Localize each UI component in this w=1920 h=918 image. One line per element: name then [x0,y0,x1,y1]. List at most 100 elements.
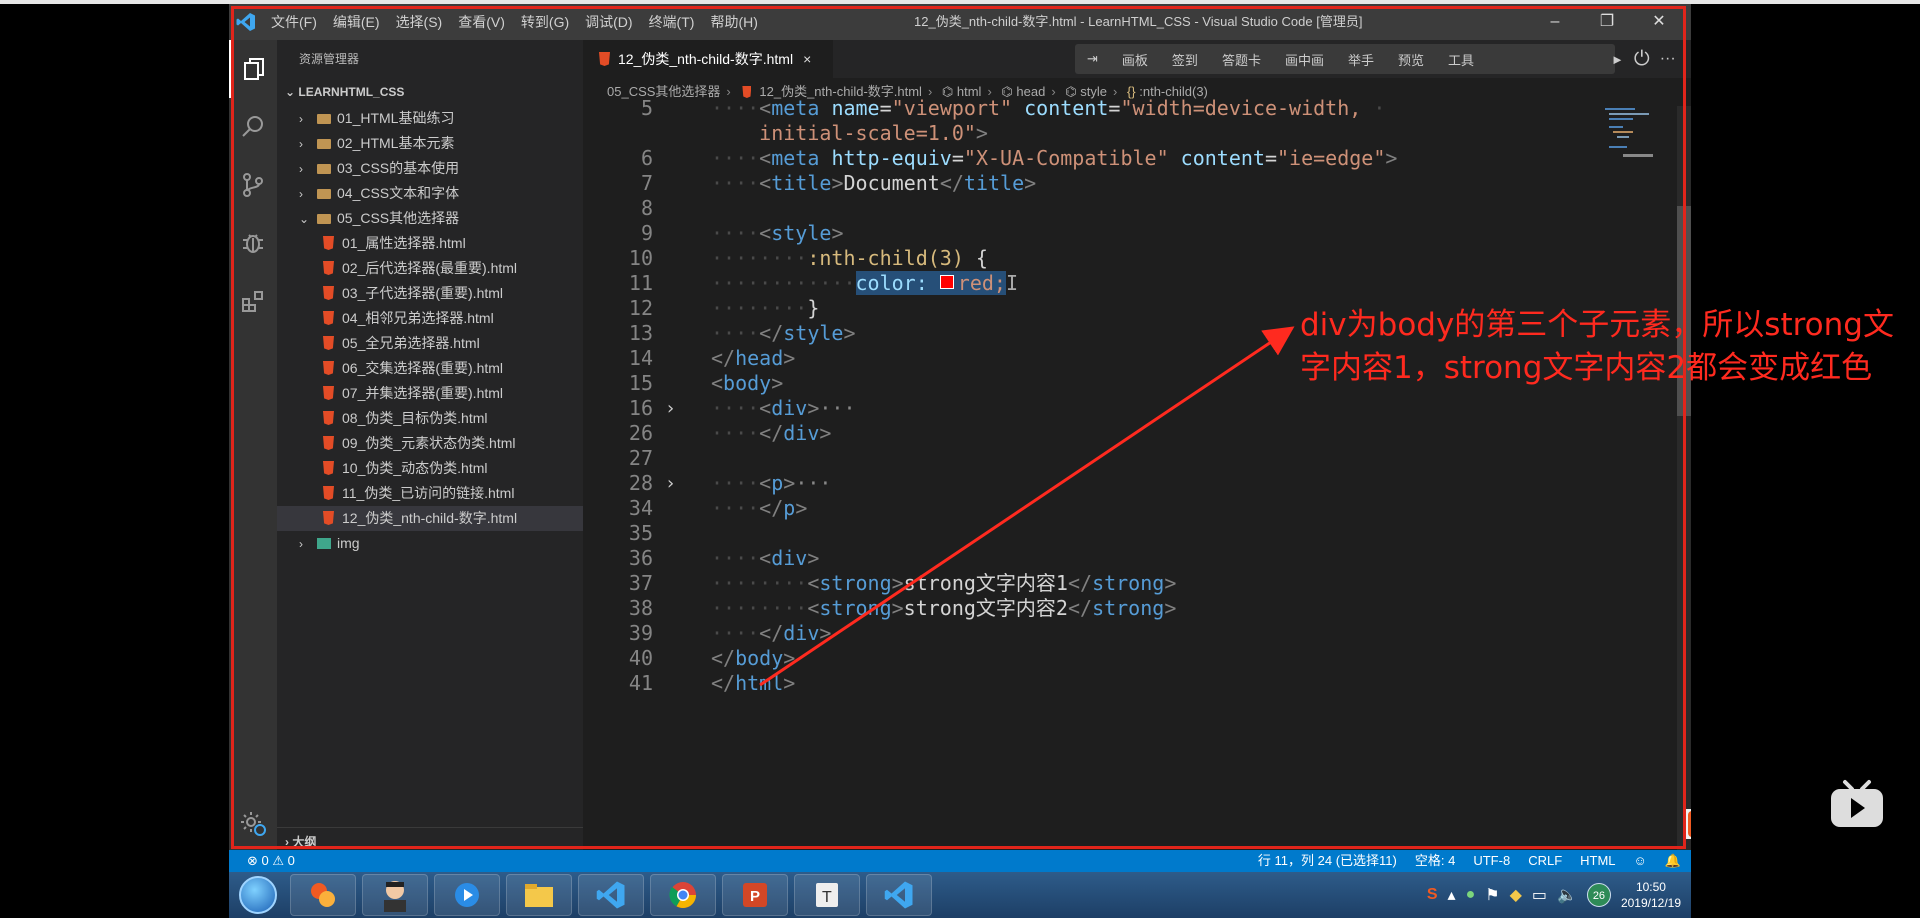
editor-scrollbar[interactable] [1677,106,1691,855]
file-item[interactable]: 05_全兄弟选择器.html [277,331,583,356]
file-item[interactable]: 06_交集选择器(重要).html [277,356,583,381]
notifications-bell-icon[interactable]: 🔔 [1665,850,1681,872]
classroom-toolbar: ⇥ 画板 签到 答题卡 画中画 举手 预览 工具 [1075,44,1615,74]
toolbar-preview[interactable]: 预览 [1386,50,1436,69]
chevron-down-icon: ⌄ [299,212,310,226]
tray-expand-icon[interactable]: ▴ [1448,885,1456,905]
monitor-tray-icon[interactable]: ▭ [1532,885,1547,905]
chevron-right-icon: › [299,162,303,176]
start-button[interactable] [229,872,287,918]
file-item[interactable]: 09_伪类_元素状态伪类.html [277,431,583,456]
fold-chevron-icon[interactable]: › [665,468,676,499]
menu-go[interactable]: 转到(G) [513,4,577,40]
html-file-icon [599,52,610,66]
folder-item[interactable]: › 01_HTML基础练习 [277,106,583,131]
avatar-taskbar-icon[interactable] [362,874,428,916]
toolbar-signin[interactable]: 签到 [1160,50,1210,69]
more-icon[interactable]: ··· [1660,50,1676,68]
folder-icon [317,189,331,199]
minimize-button[interactable]: – [1529,4,1581,40]
file-item[interactable]: 07_并集选择器(重要).html [277,381,583,406]
html-file-icon [323,436,334,450]
bilibili-play-icon[interactable] [1828,778,1886,830]
flag-tray-icon[interactable]: ⚑ [1485,885,1499,905]
toolbar-raise-hand[interactable]: 举手 [1336,50,1386,69]
language-mode[interactable]: HTML [1580,850,1615,872]
source-control-icon[interactable] [229,156,277,214]
menu-selection[interactable]: 选择(S) [388,4,451,40]
sogou-tray-icon[interactable]: S [1427,886,1438,904]
sogou-taskbar-icon[interactable] [290,874,356,916]
menu-debug[interactable]: 调试(D) [577,4,640,40]
folder-item[interactable]: › 04_CSS文本和字体 [277,181,583,206]
close-tab-icon[interactable]: × [803,51,811,67]
file-item[interactable]: 11_伪类_已访问的链接.html [277,481,583,506]
problems-indicator[interactable]: ⊗ 0 ⚠ 0 [247,850,295,872]
folder-item-img[interactable]: › img [277,531,583,556]
menu-view[interactable]: 查看(V) [450,4,513,40]
color-swatch-icon[interactable] [939,275,954,289]
toolbar-answer-card[interactable]: 答题卡 [1210,50,1273,69]
toolbar-whiteboard[interactable]: 画板 [1110,50,1160,69]
vscode-taskbar-icon[interactable] [578,874,644,916]
end-of-line[interactable]: CRLF [1528,850,1562,872]
typora-taskbar-icon[interactable]: T [794,874,860,916]
sogou-logo-icon[interactable]: S [1688,811,1691,837]
fold-chevron-icon[interactable]: › [665,393,676,424]
folder-icon [317,139,331,149]
html-file-icon [323,261,334,275]
tab-active[interactable]: 12_伪类_nth-child-数字.html × [583,40,833,78]
cursor-position[interactable]: 行 11，列 24 (已选择11) [1258,850,1397,872]
menu-help[interactable]: 帮助(H) [702,4,765,40]
folder-item[interactable]: › 03_CSS的基本使用 [277,156,583,181]
svg-text:P: P [750,888,760,905]
debug-icon[interactable] [229,214,277,272]
vscode-taskbar-icon-2[interactable] [866,874,932,916]
workspace-root[interactable]: ⌄ LEARNHTML_CSS [277,78,583,106]
feedback-smiley-icon[interactable]: ☺ [1634,850,1647,872]
annotation-text: div为body的第三个子元素，所以strong文字内容1，strong文字内容… [1300,307,1894,386]
toolbar-right: ► ⏻ ··· [1611,44,1691,74]
activity-bar [229,40,277,855]
encoding[interactable]: UTF-8 [1473,850,1510,872]
menu-edit[interactable]: 编辑(E) [325,4,388,40]
explorer-title: 资源管理器 [299,52,360,66]
indentation[interactable]: 空格: 4 [1415,850,1455,872]
file-item[interactable]: 02_后代选择器(最重要).html [277,256,583,281]
explorer-icon[interactable] [229,40,277,98]
restore-button[interactable]: ❐ [1581,4,1633,40]
folder-item-open[interactable]: ⌄ 05_CSS其他选择器 [277,206,583,231]
security-tray-icon[interactable]: ◆ [1510,885,1522,905]
menu-terminal[interactable]: 终端(T) [641,4,703,40]
volume-tray-icon[interactable]: 🔈 [1557,885,1577,905]
play-icon[interactable]: ► [1611,52,1624,67]
image-folder-icon [317,538,331,549]
toolbar-collapse-icon[interactable]: ⇥ [1075,51,1110,67]
file-item[interactable]: 10_伪类_动态伪类.html [277,456,583,481]
powerpoint-taskbar-icon[interactable]: P [722,874,788,916]
search-icon[interactable] [229,98,277,156]
system-clock[interactable]: 10:50 2019/12/19 [1621,879,1681,911]
power-icon[interactable]: ⏻ [1634,48,1650,71]
media-player-taskbar-icon[interactable] [434,874,500,916]
file-item[interactable]: 01_属性选择器.html [277,231,583,256]
toolbar-tools[interactable]: 工具 [1436,50,1486,69]
file-item-selected[interactable]: 12_伪类_nth-child-数字.html [277,506,583,531]
chevron-right-icon: › [299,137,303,151]
folder-item[interactable]: › 02_HTML基本元素 [277,131,583,156]
minimap[interactable] [1603,106,1673,166]
menu-file[interactable]: 文件(F) [263,4,325,40]
code-editor[interactable]: 5 ····<meta name="viewport" content="widt… [583,96,1691,855]
file-item[interactable]: 03_子代选择器(重要).html [277,281,583,306]
toolbar-pip[interactable]: 画中画 [1273,50,1336,69]
extensions-icon[interactable] [229,272,277,330]
close-window-button[interactable]: ✕ [1633,4,1685,40]
network-tray-icon[interactable]: ● [1466,886,1476,904]
notification-badge[interactable]: 26 [1586,883,1611,907]
file-item[interactable]: 08_伪类_目标伪类.html [277,406,583,431]
html-file-icon [323,386,334,400]
chrome-taskbar-icon[interactable] [650,874,716,916]
file-item[interactable]: 04_相邻兄弟选择器.html [277,306,583,331]
file-explorer-taskbar-icon[interactable] [506,874,572,916]
manage-gear-icon[interactable] [229,799,277,847]
